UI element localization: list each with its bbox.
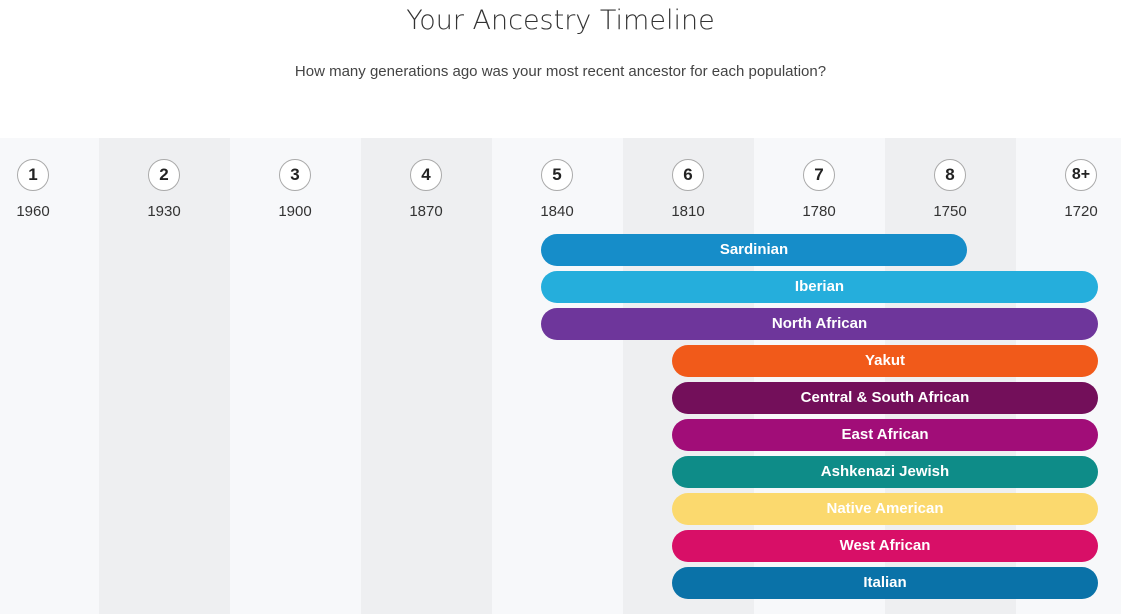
population-bar[interactable]: Native American <box>672 493 1098 525</box>
year-tick-label: 1840 <box>540 203 574 220</box>
population-bar[interactable]: North African <box>541 308 1098 340</box>
year-tick-label: 1810 <box>671 203 705 220</box>
population-bar[interactable]: Italian <box>672 567 1098 599</box>
population-bar[interactable]: Central & South African <box>672 382 1098 414</box>
generation-tick-label: 2 <box>148 159 180 191</box>
timeline-chart: 1 1960 2 1930 3 1900 4 1870 5 1840 6 1810 7 1780 8 1750… <box>0 138 1121 614</box>
generation-tick-label: 4 <box>410 159 442 191</box>
generation-tick-label: 3 <box>279 159 311 191</box>
year-tick-label: 1930 <box>147 203 181 220</box>
population-bar[interactable]: Ashkenazi Jewish <box>672 456 1098 488</box>
generation-tick-label: 1 <box>17 159 49 191</box>
year-tick-label: 1720 <box>1064 203 1098 220</box>
year-tick-label: 1750 <box>933 203 967 220</box>
year-tick-label: 1780 <box>802 203 836 220</box>
population-bar[interactable]: Sardinian <box>541 234 967 266</box>
page-subtitle: How many generations ago was your most r… <box>294 63 827 80</box>
page-title: Your Ancestry Timeline <box>406 5 715 36</box>
year-tick-label: 1900 <box>278 203 312 220</box>
population-bar[interactable]: East African <box>672 419 1098 451</box>
year-tick-label: 1960 <box>16 203 50 220</box>
population-bar[interactable]: Yakut <box>672 345 1098 377</box>
generation-tick-label: 6 <box>672 159 704 191</box>
generation-tick-label: 7 <box>803 159 835 191</box>
generation-tick-label: 8 <box>934 159 966 191</box>
population-bar[interactable]: Iberian <box>541 271 1098 303</box>
generation-tick-label: 5 <box>541 159 573 191</box>
generation-tick-label: 8+ <box>1065 159 1097 191</box>
population-bar[interactable]: West African <box>672 530 1098 562</box>
year-tick-label: 1870 <box>409 203 443 220</box>
